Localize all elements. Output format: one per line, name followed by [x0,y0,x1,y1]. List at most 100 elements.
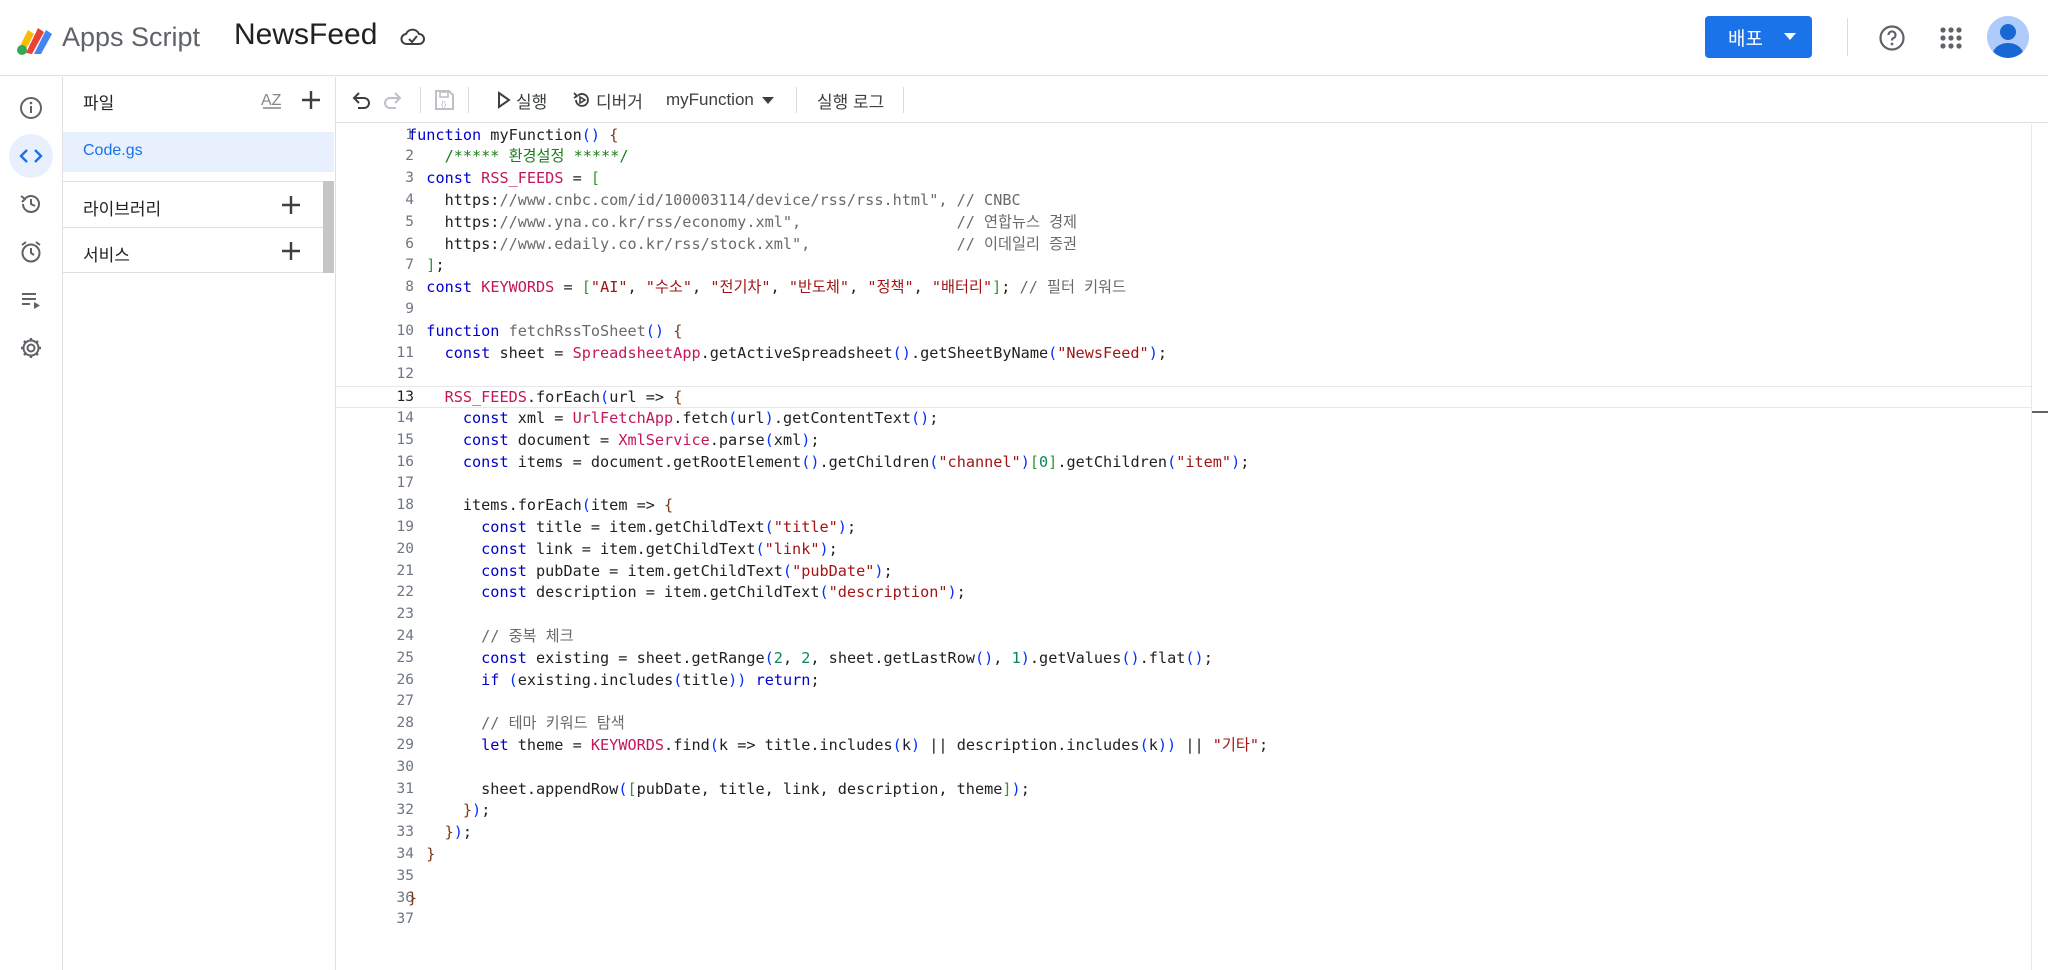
code-text: // 테마 키워드 탐색 [481,714,625,733]
top-bar: Apps Script NewsFeed 배포 [0,0,2048,76]
help-icon[interactable] [1877,23,1907,53]
app-name[interactable]: Apps Script [62,22,200,53]
undo-button[interactable] [350,86,372,114]
code-line[interactable]: 27 [336,691,2031,713]
nav-triggers[interactable] [9,230,53,274]
line-number: 31 [396,780,414,797]
history-icon [20,195,40,213]
line-number: 1 [405,126,414,143]
editor-scrollbar[interactable] [2031,124,2048,970]
nav-overview[interactable] [9,86,53,130]
code-line[interactable]: 36} [336,888,2031,910]
sort-az-icon[interactable]: AZ [259,88,287,112]
nav-settings[interactable] [9,326,53,370]
line-number: 6 [405,235,414,252]
divider [1847,18,1848,56]
nav-executions[interactable] [9,278,53,322]
nav-editor[interactable] [9,134,53,178]
line-number: 5 [405,213,414,230]
code-line[interactable]: 37 [336,909,2031,931]
code-line[interactable]: 4 https://www.cnbc.com/id/100003114/devi… [336,190,2031,212]
code-line[interactable]: 13 RSS_FEEDS.forEach(url => { [336,386,2031,408]
files-title: 파일 [83,94,115,113]
toolbar-separator [903,87,904,113]
libraries-section[interactable]: 라이브러리 [63,181,334,227]
deploy-button[interactable]: 배포 [1705,16,1812,58]
code-line[interactable]: 6 https://www.edaily.co.kr/rss/stock.xml… [336,234,2031,256]
services-label: 서비스 [83,246,130,265]
code-text: https://www.edaily.co.kr/rss/stock.xml",… [408,234,1078,253]
code-line[interactable]: 15 const document = XmlService.parse(xml… [336,430,2031,452]
nav-history[interactable] [9,182,53,226]
code-line[interactable]: 25 const existing = sheet.getRange(2, 2,… [336,648,2031,670]
code-line[interactable]: 12 [336,364,2031,386]
code-line[interactable]: 23 [336,604,2031,626]
code-line[interactable]: 16 const items = document.getRootElement… [336,452,2031,474]
line-number: 27 [396,693,414,710]
line-number: 34 [396,845,414,862]
execution-log-button[interactable]: 실행 로그 [817,86,884,114]
code-line[interactable]: 33 }); [336,822,2031,844]
panel-scrollbar[interactable] [323,181,334,273]
code-line[interactable]: 28 // 테마 키워드 탐색 [336,713,2031,735]
apps-grid-icon[interactable] [1937,24,1965,52]
project-title[interactable]: NewsFeed [234,18,377,52]
toolbar-separator [796,87,797,113]
code-line[interactable]: 22 const description = item.getChildText… [336,582,2031,604]
add-library-icon[interactable] [279,193,303,217]
code-text: } [408,888,418,907]
code-line[interactable]: 9 [336,299,2031,321]
code-line[interactable]: 29 let theme = KEYWORDS.find(k => title.… [336,735,2031,757]
function-select-value: myFunction [666,90,754,109]
avatar[interactable] [1987,16,2029,58]
files-panel: 파일 AZ Code.gs 라이브러리 서비스 [63,77,336,970]
save-button[interactable]: {} [432,86,456,114]
file-item-code-gs[interactable]: Code.gs [63,132,334,172]
code-editor[interactable]: 1 function myFunction() {2 /***** 환경설정 **… [336,124,2031,970]
code-line[interactable]: 32 }); [336,800,2031,822]
function-select[interactable]: myFunction [666,86,774,114]
code-text: const RSS_FEEDS = [ [426,169,601,188]
svg-text:{}: {} [441,100,447,109]
code-text: }); [444,823,473,842]
code-line[interactable]: 14 const xml = UrlFetchApp.fetch(url).ge… [336,408,2031,430]
code-text: if (existing.includes(title)) return; [481,670,820,689]
code-line[interactable]: 21 const pubDate = item.getChildText("pu… [336,561,2031,583]
toolbar-separator [468,87,469,113]
left-nav-rail [0,77,63,970]
code-text: RSS_FEEDS.forEach(url => { [444,388,683,407]
apps-script-logo-icon[interactable] [14,20,56,56]
code-line[interactable]: 3 const RSS_FEEDS = [ [336,168,2031,190]
services-section[interactable]: 서비스 [63,227,334,273]
line-number: 25 [396,649,414,666]
code-line[interactable]: 26 if (existing.includes(title)) return; [336,670,2031,692]
line-number: 2 [405,148,414,165]
code-line[interactable]: 31 sheet.appendRow([pubDate, title, link… [336,779,2031,801]
code-line[interactable]: 2 /***** 환경설정 *****/ [336,146,2031,168]
code-line[interactable]: 11 const sheet = SpreadsheetApp.getActiv… [336,343,2031,365]
code-line[interactable]: 35 [336,866,2031,888]
add-service-icon[interactable] [279,239,303,263]
line-number: 18 [396,497,414,514]
line-number: 22 [396,584,414,601]
code-line[interactable]: 18 items.forEach(item => { [336,495,2031,517]
debug-button[interactable]: 디버거 [572,86,643,114]
code-text: let theme = KEYWORDS.find(k => title.inc… [481,735,1269,754]
add-file-icon[interactable] [299,88,323,112]
code-line[interactable]: 20 const link = item.getChildText("link"… [336,539,2031,561]
code-text: const xml = UrlFetchApp.fetch(url).getCo… [462,408,939,427]
code-line[interactable]: 24 // 중복 체크 [336,626,2031,648]
code-line[interactable]: 19 const title = item.getChildText("titl… [336,517,2031,539]
code-line[interactable]: 7 ]; [336,255,2031,277]
code-line[interactable]: 10 function fetchRssToSheet() { [336,321,2031,343]
cloud-icon[interactable] [400,26,426,48]
redo-button[interactable] [382,86,404,114]
code-line[interactable]: 8 const KEYWORDS = ["AI", "수소", "전기차", "… [336,277,2031,299]
code-line[interactable]: 1 function myFunction() { [336,125,2031,147]
code-line[interactable]: 17 [336,473,2031,495]
line-number: 14 [396,409,414,426]
code-line[interactable]: 30 [336,757,2031,779]
run-button[interactable]: 실행 [496,86,547,114]
code-line[interactable]: 5 https://www.yna.co.kr/rss/economy.xml"… [336,212,2031,234]
code-line[interactable]: 34 } [336,844,2031,866]
